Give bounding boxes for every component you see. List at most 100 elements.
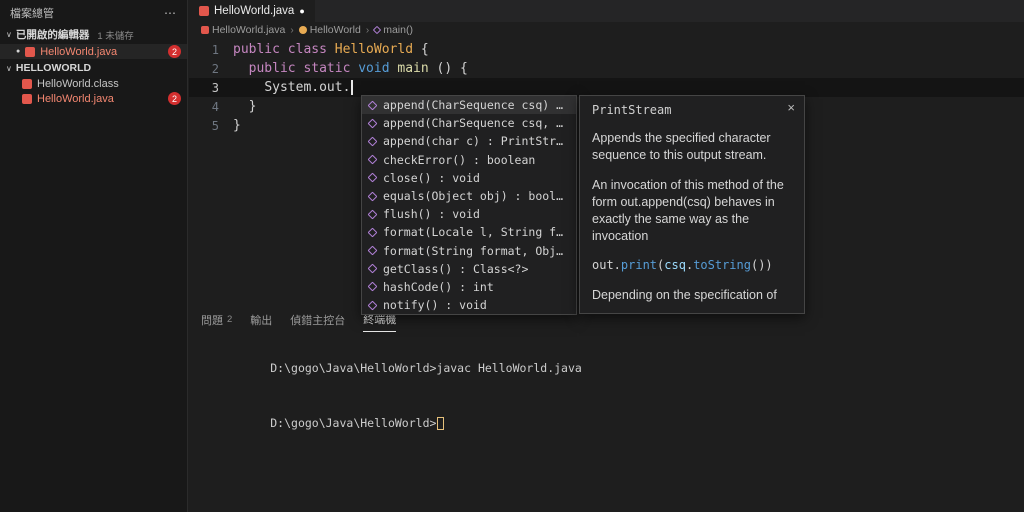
method-symbol-icon [367,154,378,165]
suggest-item[interactable]: append(CharSequence csq, … [362,114,576,132]
suggest-item-label: append(CharSequence csq) … [383,98,564,113]
line-number: 5 [211,118,219,133]
java-file-icon [22,93,32,104]
code-line[interactable]: 1 public class HelloWorld { [189,40,1024,59]
method-symbol-icon [367,227,378,238]
vscode-window: 檔案總管 ⋯ ∨ 已開啟的編輯器 1 未儲存 ● HelloWorld.java… [0,0,1024,512]
chevron-down-icon: ∨ [6,30,12,39]
suggest-item[interactable]: format(Locale l, String f… [362,223,576,241]
method-symbol-icon [367,282,378,292]
method-symbol-icon [367,245,378,256]
tab-output[interactable]: 輸出 [250,311,272,332]
problems-count-badge: 2 [227,314,233,325]
suggest-item[interactable]: hashCode() : int [362,278,576,296]
breadcrumb-class[interactable]: HelloWorld [298,24,361,36]
java-file-icon [201,26,209,34]
suggest-item[interactable]: append(CharSequence csq) … [362,96,576,115]
suggest-item-label: notify() : void [383,298,487,313]
doc-paragraph: An invocation of this method of the form… [592,178,784,243]
error-count-badge: 2 [168,92,181,105]
text-cursor [351,80,353,95]
sidebar-header: 檔案總管 ⋯ [0,0,187,24]
tab-label: HelloWorld.java [214,5,295,17]
terminal-output[interactable]: D:\gogo\Java\HelloWorld>javac HelloWorld… [189,332,1024,444]
breadcrumb-label: main() [383,24,413,36]
suggest-item[interactable]: format(String format, Obj… [362,242,576,260]
suggest-item[interactable]: flush() : void [362,205,576,223]
method-symbol-icon [367,191,378,201]
editor-tab-bar: HelloWorld.java ● [189,0,1024,22]
method-symbol-icon [367,172,378,183]
java-file-icon [22,78,32,89]
breadcrumb-label: HelloWorld [309,24,361,36]
java-file-icon [25,46,36,57]
error-count-badge: 2 [168,45,181,58]
close-icon[interactable]: × [787,100,795,115]
code-line[interactable]: 2 public static void main () { [189,59,1024,78]
terminal-cursor [437,417,445,430]
suggest-item-label: append(char c) : PrintStr… [383,134,564,149]
method-symbol-icon [372,25,382,35]
file-name: HelloWorld.java [37,92,114,105]
breadcrumb-separator: › [290,24,294,36]
bottom-panel: 問題 2 輸出 偵錯主控台 終端機 D:\gogo\Java\HelloWorl… [189,305,1024,512]
suggest-item-label: hashCode() : int [383,279,494,294]
method-symbol-icon [367,209,378,220]
code-text: public static void main () { [248,61,468,76]
panel-tab-label: 問題 [201,314,223,327]
sidebar-title: 檔案總管 [10,8,54,20]
java-file-icon [199,6,209,16]
modified-dot-icon: ● [299,6,305,16]
code-text: } [233,118,241,133]
method-symbol-icon [367,263,378,274]
breadcrumb-label: HelloWorld.java [212,24,286,36]
breadcrumb-file[interactable]: HelloWorld.java [201,24,285,36]
suggest-item-label: getClass() : Class<?> [383,261,529,276]
code-text: public class HelloWorld { [233,42,429,57]
breadcrumb-method[interactable]: main() [372,24,413,36]
suggest-item-label: flush() : void [383,207,480,222]
suggest-item[interactable]: close() : void [362,169,576,187]
line-number: 3 [211,80,219,95]
method-symbol-icon [367,300,378,311]
suggest-item[interactable]: equals(Object obj) : bool… [362,187,576,205]
suggest-item[interactable]: append(char c) : PrintStr… [362,132,576,150]
code-text: } [233,99,257,114]
folder-section-header[interactable]: ∨ HELLOWORLD [0,59,187,76]
unsaved-count-hint: 1 未儲存 [97,30,134,42]
suggest-item[interactable]: notify() : void [362,296,576,314]
code-text: System.out. [233,80,353,95]
documentation-popup: × PrintStream Appends the specified char… [579,95,805,314]
suggest-item-label: checkError() : boolean [383,152,536,167]
tab-debug-console[interactable]: 偵錯主控台 [290,311,345,332]
breadcrumb-separator: › [365,24,370,36]
chevron-down-icon: ∨ [6,63,12,73]
tab-helloworld-java[interactable]: HelloWorld.java ● [189,0,315,22]
intellisense-suggest-widget: append(CharSequence csq) … append(CharSeq… [361,95,577,316]
tree-item-helloworld-java[interactable]: HelloWorld.java 2 [0,91,187,106]
line-number: 1 [211,42,219,57]
file-name: HelloWorld.class [37,77,119,90]
suggest-item-label: equals(Object obj) : bool… [383,189,564,204]
open-editors-section-header[interactable]: ∨ 已開啟的編輯器 1 未儲存 [0,24,187,44]
method-symbol-icon [367,136,378,147]
doc-paragraph: Depending on the specification of [592,288,777,302]
line-number: 4 [211,99,219,114]
panel-tab-label: 偵錯主控台 [290,314,346,327]
panel-tab-label: 輸出 [250,314,273,327]
breadcrumb: HelloWorld.java › HelloWorld › main() [189,22,1024,38]
tab-problems[interactable]: 問題 2 [201,311,232,332]
explorer-sidebar: 檔案總管 ⋯ ∨ 已開啟的編輯器 1 未儲存 ● HelloWorld.java… [0,0,188,512]
folder-name: HELLOWORLD [15,62,92,74]
more-actions-icon[interactable]: ⋯ [164,6,177,20]
modified-dot-icon: ● [16,48,21,55]
suggest-item-label: format(String format, Obj… [383,243,564,258]
open-editors-label: 已開啟的編輯器 [15,29,90,41]
suggest-item-label: format(Locale l, String f… [383,225,564,240]
open-editor-item-helloworld-java[interactable]: ● HelloWorld.java 2 [0,44,187,59]
suggest-item[interactable]: getClass() : Class<?> [362,260,576,278]
method-symbol-icon [367,118,378,129]
suggest-item[interactable]: checkError() : boolean [362,151,576,169]
terminal-line: D:\gogo\Java\HelloWorld>javac HelloWorld… [270,361,582,375]
tree-item-helloworld-class[interactable]: HelloWorld.class [0,76,187,91]
